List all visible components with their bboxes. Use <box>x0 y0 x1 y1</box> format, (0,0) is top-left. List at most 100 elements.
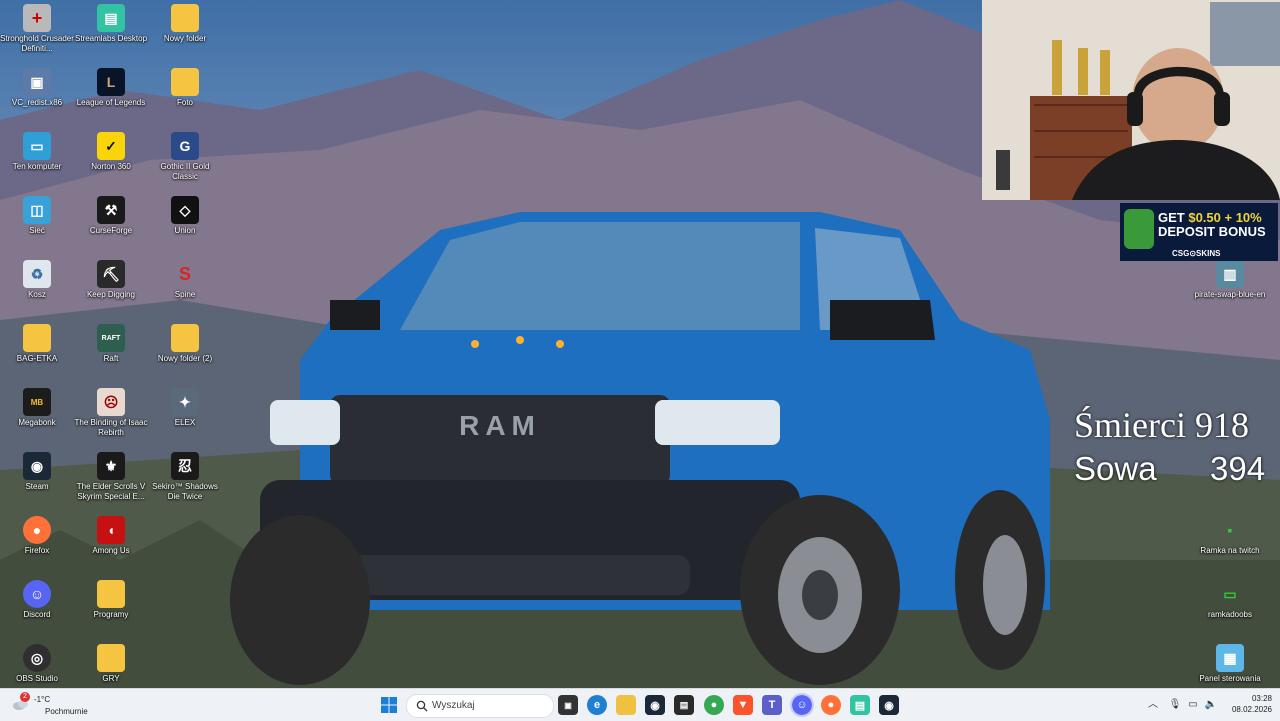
desktop-icon-label: Firefox <box>24 546 50 555</box>
promo-brand: CSG⊙SKINS <box>1172 249 1221 258</box>
union-icon: ◇ <box>171 196 199 224</box>
desktop-icon-label: Sekiro™ Shadows Die Twice <box>152 482 218 501</box>
desktop-icon-label: GRY <box>102 674 120 683</box>
desktop-icon-skyrim[interactable]: ⚜ The Elder Scrolls V Skyrim Special E..… <box>74 448 148 502</box>
search-icon <box>416 700 428 712</box>
desktop-icon-nowy-folder-2[interactable]: Nowy folder (2) <box>148 320 222 364</box>
desktop-icon-raft[interactable]: RAFT Raft <box>74 320 148 364</box>
desktop-icon-union[interactable]: ◇ Union <box>148 192 222 236</box>
store-icon[interactable]: ▤ <box>674 695 694 715</box>
image-file-icon: ▥ <box>1216 260 1244 288</box>
desktop-icon-steam[interactable]: ◉ Steam <box>0 448 74 492</box>
desktop-icon-gry[interactable]: GRY <box>74 640 148 684</box>
desktop-icon-stronghold[interactable]: + Stronghold Crusader Definiti... <box>0 0 74 54</box>
desktop-icon-label: League of Legends <box>76 98 146 107</box>
weather-widget[interactable]: 2 -1°C Pochmurnie <box>12 692 92 718</box>
desktop-icon-vc-redist[interactable]: ▣ VC_redist.x86 <box>0 64 74 108</box>
clock-date: 08.02.2026 <box>1231 705 1272 714</box>
control-panel-icon: ▦ <box>1216 644 1244 672</box>
edge-icon[interactable]: e <box>587 695 607 715</box>
taskbar-search[interactable]: Wyszukaj <box>406 694 554 718</box>
desktop-icon-label: Among Us <box>92 546 130 555</box>
firefox-taskbar-icon[interactable]: ● <box>821 695 841 715</box>
network-icon: ◫ <box>23 196 51 224</box>
desktop-icon-grid: + Stronghold Crusader Definiti... ▣ VC_r… <box>0 0 230 688</box>
task-view-icon[interactable]: ▣ <box>558 695 578 715</box>
desktop-icon-label: VC_redist.x86 <box>11 98 63 107</box>
desktop-icon-streamlabs[interactable]: ▤ Streamlabs Desktop <box>74 0 148 44</box>
desktop-icon-bag-etka[interactable]: BAG-ETKA <box>0 320 74 364</box>
folder-icon <box>97 644 125 672</box>
isaac-icon: ☹ <box>97 388 125 416</box>
sekiro-icon: 忍 <box>171 452 199 480</box>
desktop-icon-among-us[interactable]: ◖ Among Us <box>74 512 148 556</box>
discord-taskbar-icon[interactable]: ☺ <box>790 693 814 717</box>
chevron-up-icon[interactable]: ︿ <box>1146 698 1160 712</box>
folder-icon <box>171 68 199 96</box>
microphone-icon[interactable]: 🎙 <box>1168 698 1182 712</box>
teams-icon[interactable]: T <box>762 695 782 715</box>
megabonk-icon: MB <box>23 388 51 416</box>
desktop-icon-foto[interactable]: Foto <box>148 64 222 108</box>
desktop-icon-label: Raft <box>103 354 119 363</box>
desktop-icon-nowy-folder[interactable]: Nowy folder <box>148 0 222 44</box>
desktop-icon-curseforge[interactable]: ⚒ CurseForge <box>74 192 148 236</box>
among-us-icon: ◖ <box>97 516 125 544</box>
desktop-icon-label: Ramka na twitch <box>1200 546 1260 555</box>
desktop-icon-keep-digging[interactable]: ⛏ Keep Digging <box>74 256 148 300</box>
firefox-icon: ● <box>23 516 51 544</box>
file-explorer-icon[interactable] <box>616 695 636 715</box>
desktop-icon-label: BAG-ETKA <box>16 354 58 363</box>
volume-icon[interactable]: 🔈 <box>1204 698 1218 712</box>
desktop-icon-ramkadoobs[interactable]: ▭ ramkadoobs <box>1193 576 1267 620</box>
desktop-icon-ten-komputer[interactable]: ▭ Ten komputer <box>0 128 74 172</box>
recycle-bin-icon: ♻ <box>23 260 51 288</box>
owl-counter-value: 394 <box>1210 450 1266 487</box>
desktop-icon-spine[interactable]: S Spine <box>148 256 222 300</box>
steam-taskbar-icon[interactable]: ◉ <box>645 695 665 715</box>
desktop-icon-isaac[interactable]: ☹ The Binding of Isaac Rebirth <box>74 384 148 438</box>
desktop-icon-discord[interactable]: ☺ Discord <box>0 576 74 620</box>
desktop-icon-programy[interactable]: Programy <box>74 576 148 620</box>
desktop-icon-label: Spine <box>174 290 196 299</box>
obs-icon: ◎ <box>23 644 51 672</box>
desktop-icon-sekiro[interactable]: 忍 Sekiro™ Shadows Die Twice <box>148 448 222 502</box>
desktop-icon-label: Ten komputer <box>12 162 62 171</box>
monitor-icon[interactable]: ▭ <box>1186 698 1200 712</box>
taskbar-clock[interactable]: 03:28 08.02.2026 <box>1220 693 1272 715</box>
desktop-icon-label: Streamlabs Desktop <box>74 34 148 43</box>
steam-taskbar-icon-2[interactable]: ◉ <box>879 695 899 715</box>
desktop-icon-gothic[interactable]: G Gothic II Gold Classic <box>148 128 222 182</box>
chrome-icon[interactable]: ● <box>704 695 724 715</box>
promo-banner[interactable]: GET $0.50 + 10% DEPOSIT BONUS CSG⊙SKINS <box>1120 203 1278 261</box>
steam-icon: ◉ <box>23 452 51 480</box>
discord-icon: ☺ <box>23 580 51 608</box>
brave-icon[interactable]: ▼ <box>733 695 753 715</box>
desktop-icon-label: The Binding of Isaac Rebirth <box>74 418 148 437</box>
desktop-icon-firefox[interactable]: ● Firefox <box>0 512 74 556</box>
desktop-icon-label: Steam <box>25 482 49 491</box>
desktop-icon-siec[interactable]: ◫ Sieć <box>0 192 74 236</box>
streamlabs-taskbar-icon[interactable]: ▤ <box>850 695 870 715</box>
promo-get: GET <box>1158 210 1189 225</box>
desktop-icon-obs[interactable]: ◎ OBS Studio <box>0 640 74 684</box>
desktop-icon-panel[interactable]: ▦ Panel sterowania <box>1193 640 1267 684</box>
desktop-icon-lol[interactable]: L League of Legends <box>74 64 148 108</box>
file-icon: ▪ <box>1227 522 1233 538</box>
desktop-icon-norton[interactable]: ✓ Norton 360 <box>74 128 148 172</box>
desktop-icon-megabonk[interactable]: MB Megabonk <box>0 384 74 428</box>
clock-time: 03:28 <box>1251 694 1272 703</box>
desktop-icon-elex[interactable]: ✦ ELEX <box>148 384 222 428</box>
desktop-icon-label: Panel sterowania <box>1199 674 1261 683</box>
promo-text: GET $0.50 + 10% DEPOSIT BONUS <box>1158 211 1278 239</box>
desktop-icon-pirate-swap[interactable]: ▥ pirate-swap-blue-en <box>1193 256 1267 300</box>
desktop-icon-kosz[interactable]: ♻ Kosz <box>0 256 74 300</box>
folder-icon <box>97 580 125 608</box>
folder-icon <box>171 4 199 32</box>
desktop-icon-ramka-twitch[interactable]: ▪ Ramka na twitch <box>1193 512 1267 556</box>
webcam-scene <box>982 0 1280 200</box>
windows-start-icon[interactable] <box>381 697 397 713</box>
desktop-icon-label: OBS Studio <box>16 674 58 683</box>
desktop-icon-label: Nowy folder <box>163 34 207 43</box>
weather-temperature: -1°C <box>34 695 51 704</box>
